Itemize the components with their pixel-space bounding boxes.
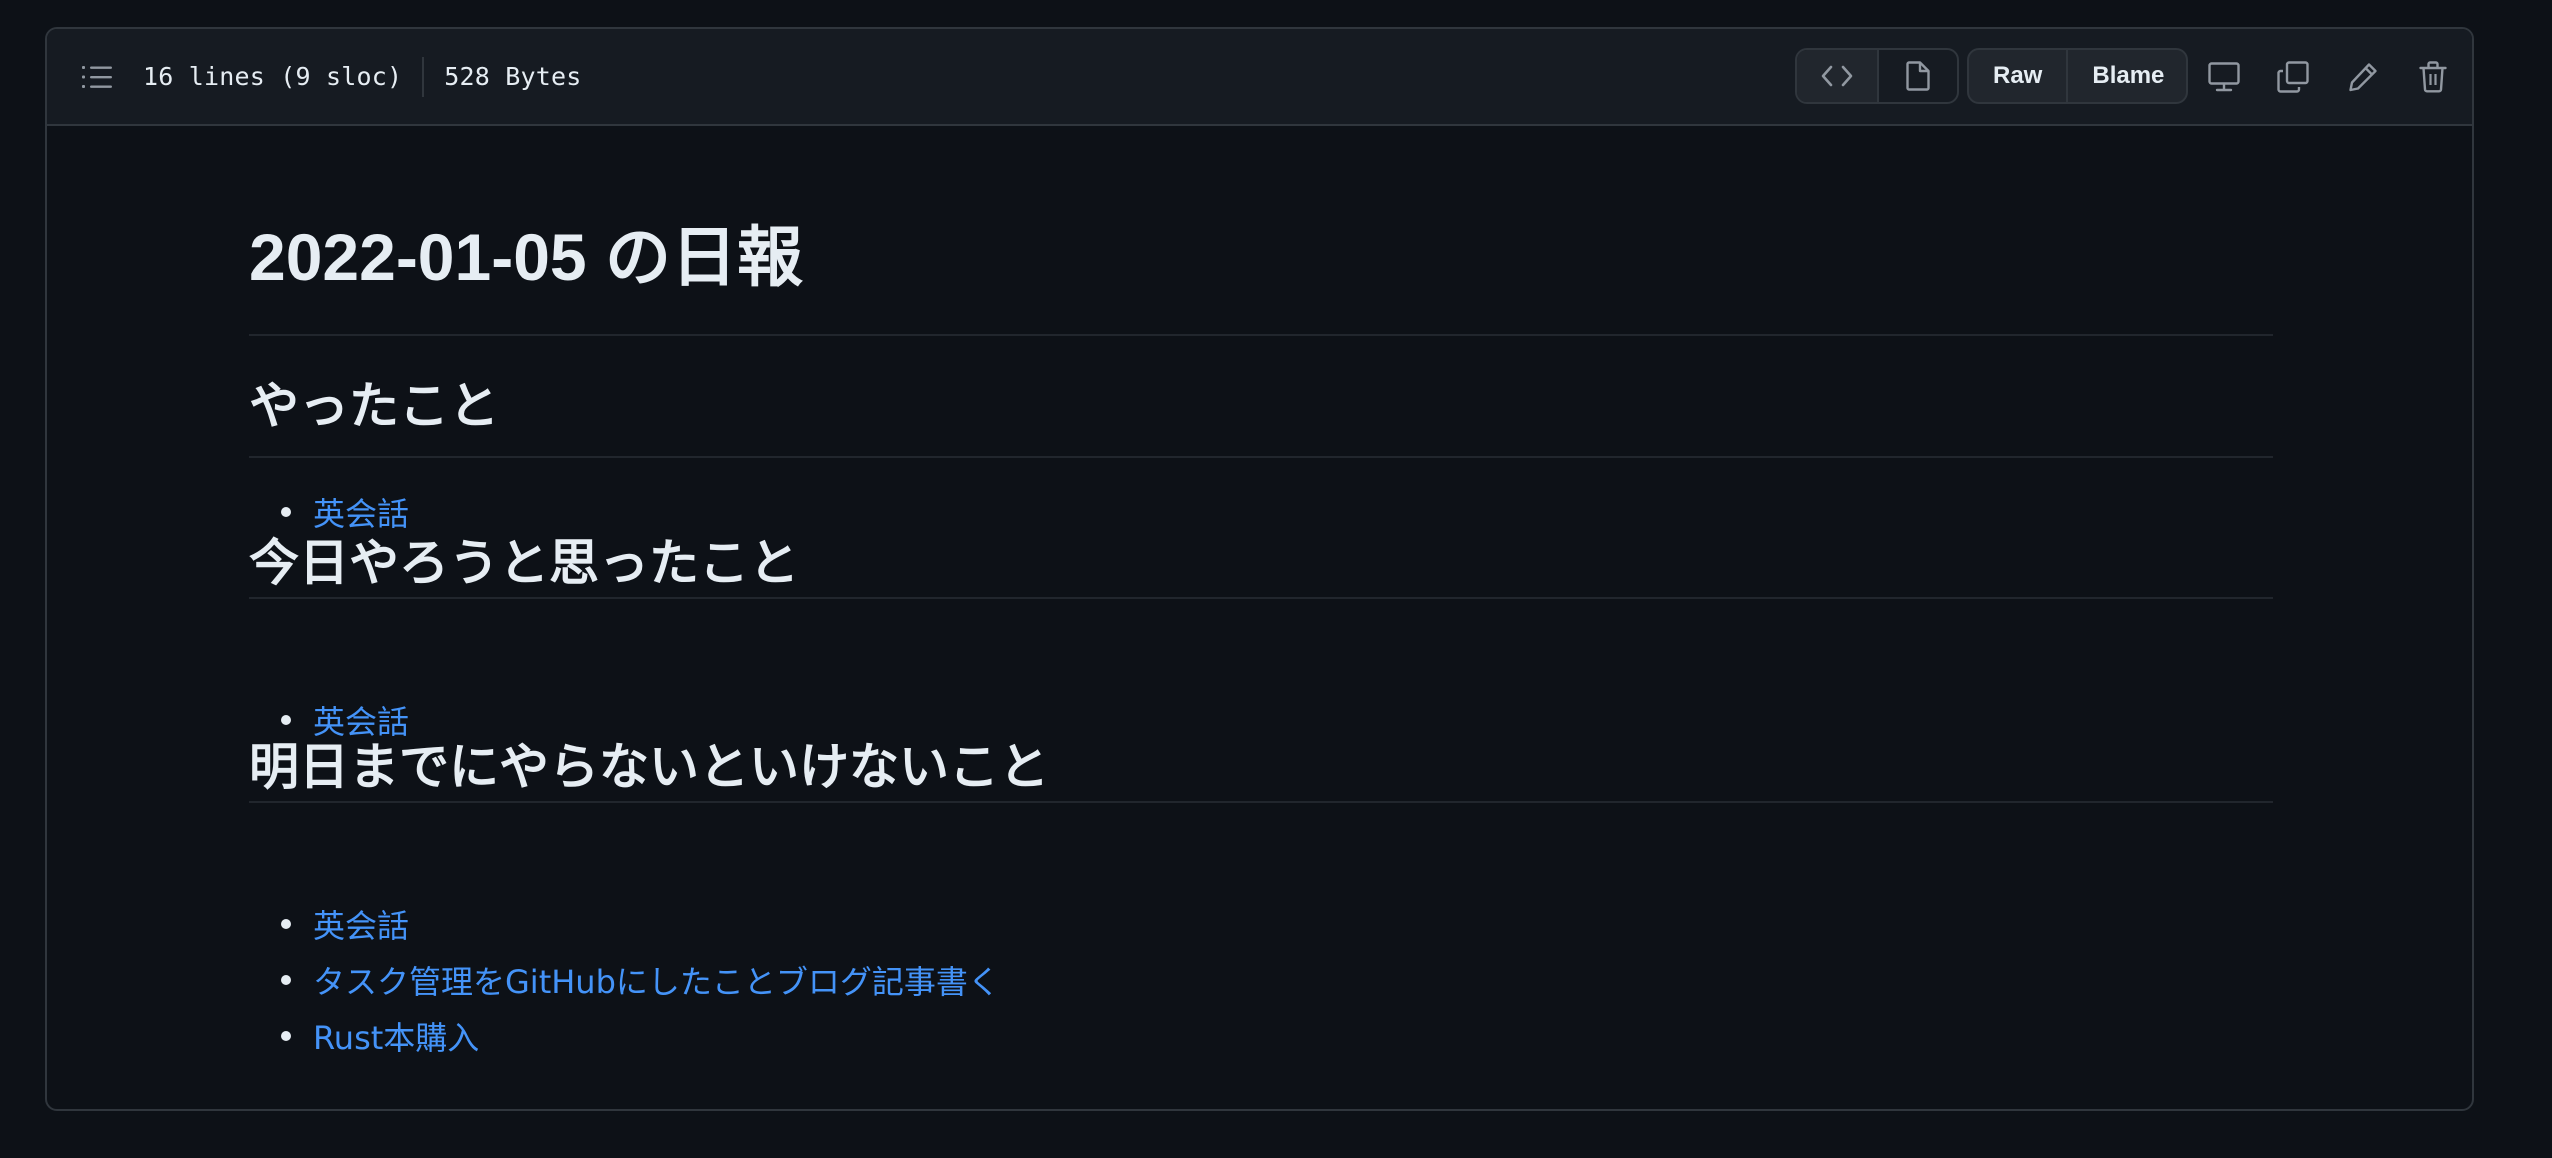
display-button[interactable] <box>2202 55 2246 99</box>
code-view-button[interactable] <box>1797 50 1877 102</box>
section-heading: 今日やろうと思ったこと <box>249 535 799 591</box>
list-item-link[interactable]: 英会話 <box>313 697 409 743</box>
section-list: 英会話 タスク管理をGitHubにしたことブログ記事書く Rust本購入 <box>249 896 2273 1064</box>
list-item-link[interactable]: 英会話 <box>313 901 409 947</box>
delete-button[interactable] <box>2411 55 2455 99</box>
file-size: 528 Bytes <box>444 62 582 91</box>
section-rule <box>249 798 2273 803</box>
list-item-link[interactable]: Rust本購入 <box>313 1013 479 1059</box>
section-heading: やったこと <box>249 378 499 434</box>
section-rule <box>249 594 2273 599</box>
markdown-body: 2022-01-05 の日報 やったこと 英会話 今日やろうと思ったこと 英会話… <box>249 126 2273 1057</box>
section-heading: 明日までにやらないといけないこと <box>249 739 1049 795</box>
preview-button[interactable] <box>1877 50 1957 102</box>
list-item: 英会話 <box>249 484 2273 540</box>
list-item-link[interactable]: 英会話 <box>313 489 409 535</box>
device-desktop-icon <box>2208 62 2240 92</box>
list-item: タスク管理をGitHubにしたことブログ記事書く <box>249 952 2273 1008</box>
toc-button[interactable] <box>77 55 117 99</box>
file-header: 16 lines (9 sloc) 528 Bytes Raw Blame <box>47 29 2472 126</box>
code-icon <box>1821 65 1853 87</box>
raw-button[interactable]: Raw <box>1969 50 2066 102</box>
copy-button[interactable] <box>2271 55 2315 99</box>
file-viewer: 16 lines (9 sloc) 528 Bytes Raw Blame 20… <box>45 27 2474 1111</box>
section-heading-block: やったこと <box>249 336 2273 458</box>
file-icon <box>1906 61 1930 91</box>
copy-icon <box>2277 61 2309 93</box>
line-count: 16 lines (9 sloc) <box>143 62 403 91</box>
edit-button[interactable] <box>2341 55 2385 99</box>
pencil-icon <box>2348 62 2378 92</box>
trash-icon <box>2419 61 2447 93</box>
document-title: 2022-01-05 の日報 <box>249 220 803 294</box>
blame-button[interactable]: Blame <box>2066 50 2186 102</box>
info-divider <box>422 56 425 97</box>
view-toggle <box>1795 48 1959 104</box>
raw-blame-group: Raw Blame <box>1967 48 2188 104</box>
list-item-link[interactable]: タスク管理をGitHubにしたことブログ記事書く <box>313 957 1000 1003</box>
list-item: Rust本購入 <box>249 1008 2273 1064</box>
document-title-block: 2022-01-05 の日報 <box>249 126 2273 336</box>
file-info: 16 lines (9 sloc) 528 Bytes <box>143 29 582 124</box>
list-unordered-icon <box>82 65 112 89</box>
list-item: 英会話 <box>249 896 2273 952</box>
